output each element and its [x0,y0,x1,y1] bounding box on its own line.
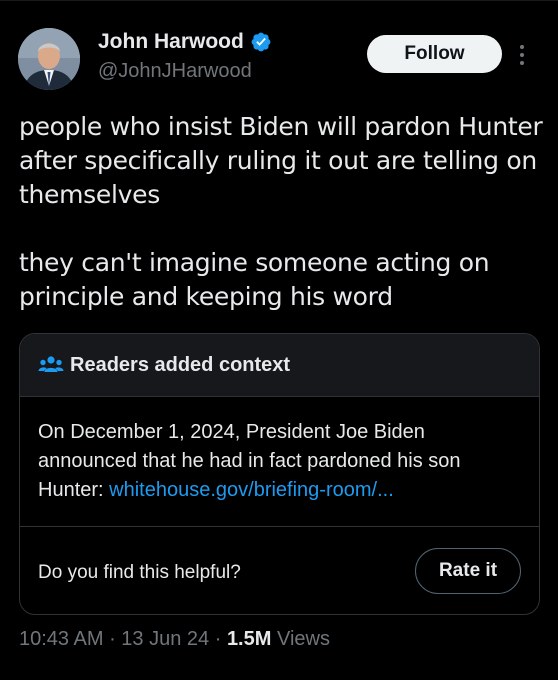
verified-badge-icon [251,32,271,52]
dot [520,53,524,57]
divider [20,526,539,527]
tweet-meta: 10:43 AM · 13 Jun 24 · 1.5M Views [19,628,330,651]
author-handle[interactable]: @JohnJHarwood [98,60,252,83]
tweet-text: people who insist Biden will pardon Hunt… [19,110,549,314]
profile-photo [18,28,80,90]
meta-separator: · [103,628,122,650]
divider [20,396,539,397]
community-note: Readers added context On December 1, 202… [19,333,540,615]
rate-it-button[interactable]: Rate it [415,548,521,594]
views-label: Views [271,628,330,650]
author-name[interactable]: John Harwood [98,30,244,54]
community-note-link[interactable]: whitehouse.gov/briefing-room/... [109,479,394,501]
community-note-title: Readers added context [70,353,291,376]
views-count: 1.5M [226,628,272,650]
more-vertical-icon[interactable] [515,40,529,70]
helpful-question: Do you find this helpful? [38,562,241,583]
dot [520,45,524,49]
tweet-paragraph: people who insist Biden will pardon Hunt… [19,112,543,209]
dot [520,61,524,65]
people-icon [38,356,64,372]
tweet-date[interactable]: 13 Jun 24 [121,628,209,650]
meta-separator: · [209,628,227,650]
tweet-time[interactable]: 10:43 AM [19,628,104,650]
tweet-paragraph: they can't imagine someone acting on pri… [19,248,490,311]
follow-button[interactable]: Follow [367,35,502,73]
avatar[interactable] [18,28,80,90]
community-note-header[interactable]: Readers added context [20,334,539,396]
community-note-body: On December 1, 2024, President Joe Biden… [38,418,528,505]
top-divider [0,0,558,8]
author-name-row[interactable]: John Harwood [98,30,272,54]
